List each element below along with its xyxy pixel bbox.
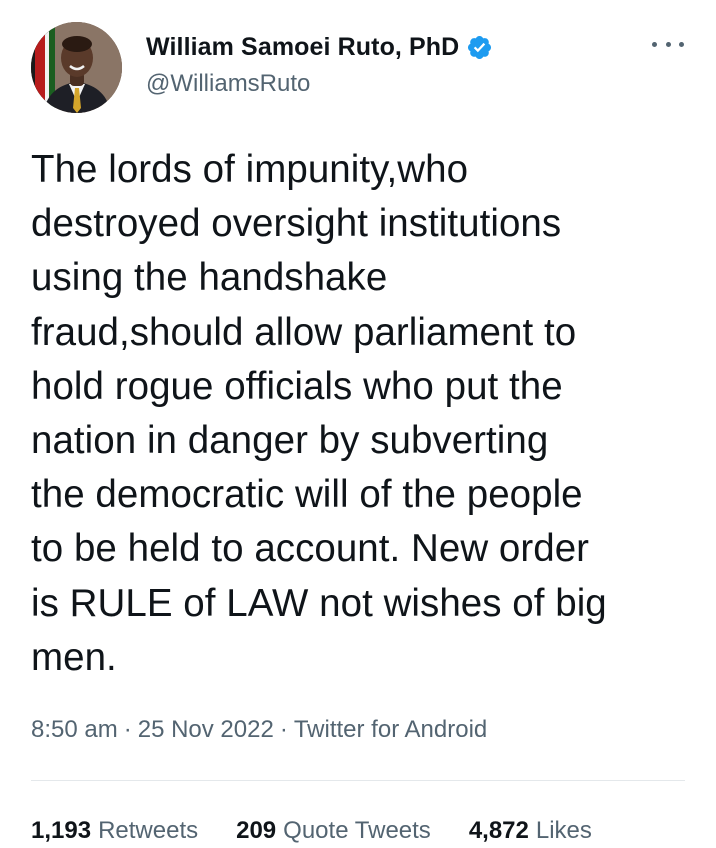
retweets-stat[interactable]: 1,193 Retweets: [31, 817, 198, 845]
more-options-icon: [652, 41, 657, 47]
tweet-meta: 8:50 am · 25 Nov 2022 · Twitter for Android: [31, 716, 487, 744]
retweets-count: 1,193: [31, 817, 92, 844]
tweet-source[interactable]: Twitter for Android: [294, 716, 487, 743]
avatar-photo: [31, 22, 122, 113]
verified-badge-icon: [468, 35, 492, 59]
tweet-time[interactable]: 8:50 am: [31, 716, 118, 743]
avatar[interactable]: [31, 22, 122, 113]
likes-label: Likes: [535, 817, 592, 844]
more-options-icon: [665, 41, 671, 47]
more-options-icon: [679, 41, 684, 47]
quote-tweets-count: 209: [236, 817, 277, 844]
tweet-card: William Samoei Ruto, PhD @WilliamsRuto T…: [0, 0, 716, 848]
divider: [31, 780, 685, 781]
retweets-label: Retweets: [98, 817, 199, 844]
more-options-button[interactable]: [652, 34, 684, 54]
likes-count: 4,872: [468, 817, 529, 844]
likes-stat[interactable]: 4,872 Likes: [469, 817, 592, 845]
meta-separator: ·: [123, 716, 132, 743]
display-name[interactable]: William Samoei Ruto, PhD: [146, 33, 459, 62]
author-handle[interactable]: @WilliamsRuto: [146, 70, 310, 98]
tweet-text: The lords of impunity,who destroyed over…: [31, 148, 607, 679]
author-row[interactable]: William Samoei Ruto, PhD: [146, 30, 493, 64]
tweet-date[interactable]: 25 Nov 2022: [138, 716, 274, 743]
tweet-stats: 1,193 Retweets 209 Quote Tweets 4,872 Li…: [31, 817, 592, 845]
quote-tweets-label: Quote Tweets: [283, 817, 431, 844]
meta-separator: ·: [279, 716, 288, 743]
quote-tweets-stat[interactable]: 209 Quote Tweets: [236, 817, 431, 845]
